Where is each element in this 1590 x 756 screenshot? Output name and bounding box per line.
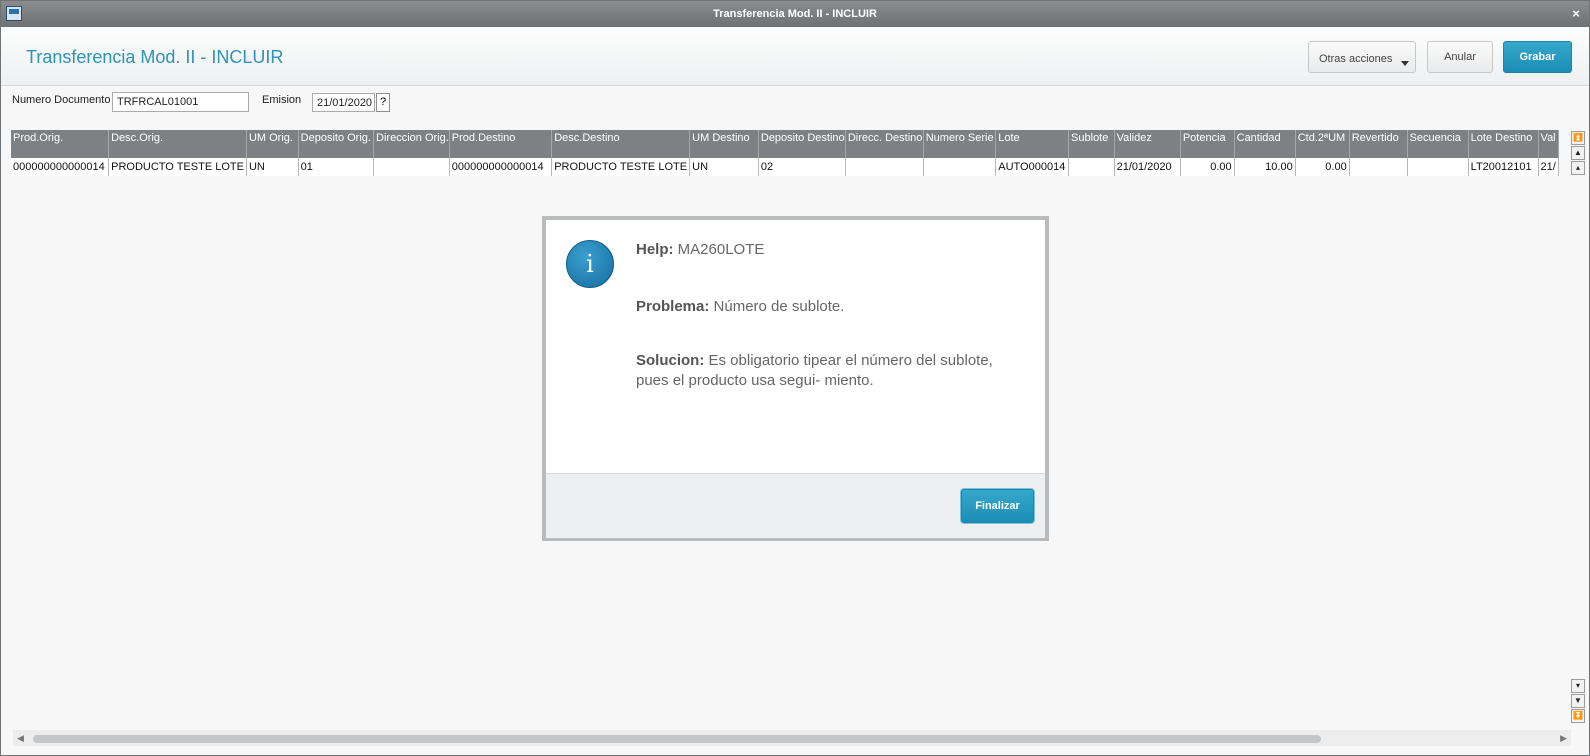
scroll-page-up-icon[interactable]: ▲ <box>1571 146 1585 160</box>
table-cell[interactable] <box>373 158 450 176</box>
page-header: Transferencia Mod. II - INCLUIR Otras ac… <box>1 27 1589 86</box>
table-cell[interactable] <box>1407 158 1469 176</box>
solution-label: Solucion: <box>636 352 705 369</box>
window-title: Transferencia Mod. II - INCLUIR <box>713 8 877 20</box>
problem-text: Número de sublote. <box>713 298 845 315</box>
col-header[interactable]: Deposito Destino <box>758 130 846 158</box>
info-icon: i <box>566 240 614 288</box>
table-cell[interactable]: 000000000000014 <box>449 158 553 176</box>
grid-header-row: Prod.Orig. Desc.Orig. UM Orig. Deposito … <box>11 130 1559 158</box>
app-window: Transferencia Mod. II - INCLUIR × Transf… <box>0 0 1590 756</box>
table-cell[interactable]: PRODUCTO TESTE LOTE <box>551 158 691 176</box>
window-titlebar: Transferencia Mod. II - INCLUIR × <box>1 1 1589 27</box>
scroll-top-icon[interactable]: ⏫ <box>1571 131 1585 145</box>
help-label: Help: <box>636 241 674 258</box>
col-header[interactable]: UM Destino <box>689 130 759 158</box>
col-header[interactable]: Cantidad <box>1234 130 1296 158</box>
col-header[interactable]: UM Orig. <box>246 130 299 158</box>
col-header[interactable]: Desc.Orig. <box>108 130 247 158</box>
help-code-line: Help: MA260LOTE <box>636 240 764 260</box>
help-code: MA260LOTE <box>677 241 765 258</box>
col-header[interactable]: Prod.Orig. <box>11 130 110 158</box>
doc-number-field[interactable]: TRFRCAL01001 <box>112 92 249 112</box>
scroll-up-icon[interactable]: ▴ <box>1571 161 1585 175</box>
other-actions-button[interactable]: Otras acciones <box>1308 41 1416 73</box>
horizontal-scroll-thumb[interactable] <box>33 735 1321 743</box>
date-help-button[interactable]: ? <box>376 93 390 112</box>
col-header[interactable]: Direccion Orig. <box>373 130 450 158</box>
emission-date-field[interactable]: 21/01/2020 <box>312 93 375 112</box>
scroll-bottom-icon[interactable]: ⏬ <box>1571 709 1585 723</box>
scroll-right-icon[interactable]: ▶ <box>1560 733 1567 744</box>
table-cell[interactable]: UN <box>689 158 759 176</box>
cancel-button[interactable]: Anular <box>1427 41 1493 73</box>
table-cell[interactable]: 000000000000014 <box>11 158 110 176</box>
table-cell[interactable]: 10.00 <box>1234 158 1296 176</box>
col-header[interactable]: Lote Destino <box>1468 130 1539 158</box>
items-grid: Prod.Orig. Desc.Orig. UM Orig. Deposito … <box>11 130 1559 176</box>
col-header[interactable]: Validez <box>1114 130 1181 158</box>
col-header[interactable]: Val <box>1538 130 1559 158</box>
scroll-page-down-icon[interactable]: ▼ <box>1571 694 1585 708</box>
problem-line: Problema: Número de sublote. <box>636 297 844 317</box>
table-cell[interactable]: AUTO000014 <box>995 158 1070 176</box>
table-cell[interactable] <box>923 158 997 176</box>
solution-text-1: Es obligatorio tipear el número del subl… <box>708 352 993 369</box>
dialog-footer: Finalizar <box>546 473 1045 538</box>
col-header[interactable]: Deposito Orig. <box>298 130 375 158</box>
table-cell[interactable] <box>1068 158 1115 176</box>
help-dialog: i Help: MA260LOTE Problema: Número de su… <box>542 216 1049 541</box>
problem-label: Problema: <box>636 298 710 315</box>
chevron-down-icon <box>1401 61 1409 66</box>
col-header[interactable]: Direcc. Destino <box>845 130 924 158</box>
col-header[interactable]: Desc.Destino <box>551 130 691 158</box>
col-header[interactable]: Lote <box>995 130 1070 158</box>
col-header[interactable]: Numero Serie <box>923 130 997 158</box>
scroll-down-icon[interactable]: ▾ <box>1571 679 1585 693</box>
doc-number-label: Numero Documento <box>12 94 111 106</box>
col-header[interactable]: Sublote <box>1068 130 1115 158</box>
table-cell[interactable]: LT20012101 <box>1468 158 1539 176</box>
save-button[interactable]: Grabar <box>1503 41 1572 73</box>
col-header[interactable]: Prod.Destino <box>449 130 553 158</box>
table-cell[interactable]: UN <box>246 158 299 176</box>
finish-button[interactable]: Finalizar <box>961 489 1034 523</box>
table-cell[interactable] <box>1349 158 1408 176</box>
table-cell[interactable]: PRODUCTO TESTE LOTE <box>108 158 247 176</box>
horizontal-scrollbar[interactable]: ◀ ▶ <box>13 730 1571 746</box>
table-cell[interactable]: 0.00 <box>1295 158 1350 176</box>
solution-line: Solucion: Es obligatorio tipear el númer… <box>636 351 993 371</box>
solution-text-2: pues el producto usa segui- miento. <box>636 372 874 389</box>
col-header[interactable]: Potencia <box>1180 130 1235 158</box>
table-cell[interactable]: 21/ <box>1538 158 1559 176</box>
table-row[interactable]: 000000000000014 PRODUCTO TESTE LOTE UN 0… <box>11 158 1559 176</box>
col-header[interactable]: Ctd.2ªUM <box>1295 130 1350 158</box>
col-header[interactable]: Revertido <box>1349 130 1408 158</box>
table-cell[interactable] <box>845 158 924 176</box>
emission-label: Emision <box>262 94 302 106</box>
scroll-left-icon[interactable]: ◀ <box>17 733 24 744</box>
other-actions-label: Otras acciones <box>1319 53 1393 65</box>
table-cell[interactable]: 02 <box>758 158 846 176</box>
table-cell[interactable]: 0.00 <box>1180 158 1235 176</box>
col-header[interactable]: Secuencia <box>1407 130 1469 158</box>
vertical-scrollbar[interactable]: ⏫ ▲ ▴ ▾ ▼ ⏬ <box>1571 131 1587 731</box>
close-icon[interactable]: × <box>1569 6 1583 21</box>
table-cell[interactable]: 21/01/2020 <box>1114 158 1181 176</box>
table-cell[interactable]: 01 <box>298 158 375 176</box>
page-title: Transferencia Mod. II - INCLUIR <box>26 47 284 67</box>
